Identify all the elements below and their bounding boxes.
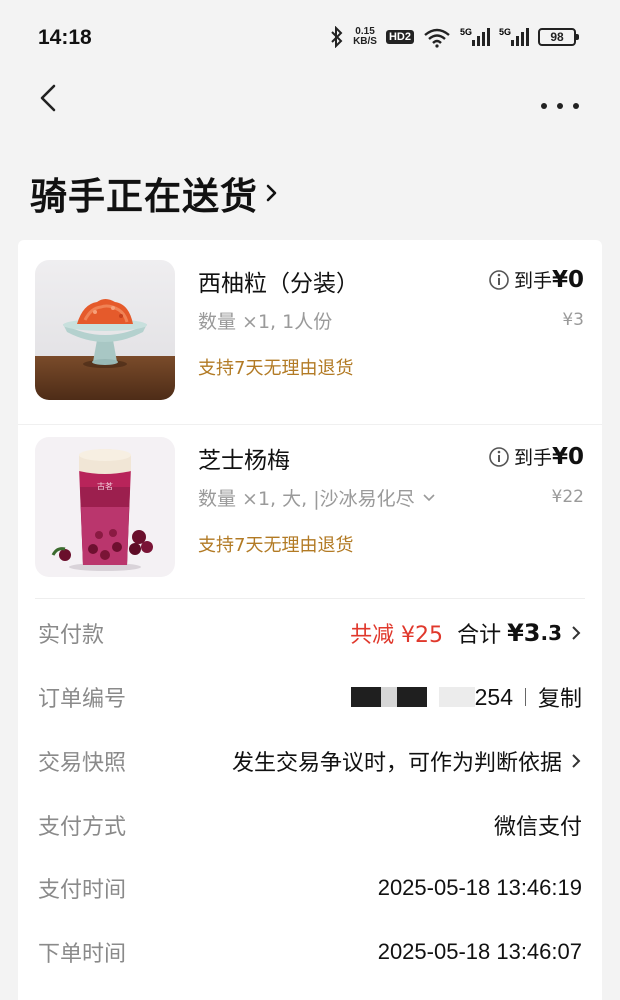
battery-level: 98 [550, 30, 564, 44]
status-bar: 14:18 0.15 KB/S HD 2 5G 5G 98 [0, 0, 620, 72]
copy-button[interactable]: 复制 [538, 681, 582, 713]
pay-time-value: 2025-05-18 13:46:19 [377, 875, 582, 900]
final-price: 到手 ¥0 [488, 266, 584, 293]
signal-1-label: 5G [460, 27, 472, 37]
chevron-down-icon [423, 493, 435, 501]
page-title-text: 骑手正在送货 [30, 175, 258, 218]
pay-method-row: 支付方式 微信支付 [38, 805, 582, 845]
masked-order-number-part [438, 687, 475, 707]
masked-order-number [350, 687, 381, 707]
signal-icon: 5G [460, 26, 490, 48]
page-title[interactable]: 骑手正在送货 [30, 166, 280, 220]
status-time: 14:18 [38, 26, 92, 49]
masked-order-number-part [396, 687, 427, 707]
product-name: 西柚粒（分装） [198, 271, 359, 297]
divider [35, 598, 585, 599]
chevron-right-icon [266, 184, 277, 202]
trade-snapshot-row[interactable]: 交易快照 发生交易争议时，可作为判断依据 [38, 741, 582, 781]
bluetooth-icon [330, 26, 344, 48]
order-number-row: 订单编号 254 复制 [38, 677, 582, 717]
more-button[interactable] [538, 88, 582, 118]
product-item[interactable]: 古茗 芝士杨梅 数量 ×1, 大, |沙冰易化尽 支持7天无理由退货 到手 ¥0… [18, 424, 602, 600]
final-price-label: 到手 [513, 270, 552, 292]
original-price: ¥22 [551, 487, 584, 507]
hd-label: HD [388, 31, 405, 43]
final-price-label: 到手 [513, 447, 552, 469]
return-policy: 支持7天无理由退货 [198, 535, 354, 556]
more-horizontal-icon [541, 103, 579, 109]
separator [524, 688, 526, 706]
chevron-left-icon [40, 84, 56, 112]
product-spec: 数量 ×1, 1人份 [198, 311, 333, 333]
pay-time-label: 支付时间 [38, 878, 127, 903]
total-label: 合计 [457, 623, 502, 648]
info-icon[interactable] [488, 446, 510, 468]
hd-badge: HD 2 [385, 30, 414, 44]
order-number-label: 订单编号 [38, 687, 127, 712]
order-time-value: 2025-05-18 13:46:07 [377, 939, 582, 964]
snapshot-value: 发生交易争议时，可作为判断依据 [231, 751, 562, 776]
signal-2-label: 5G [499, 27, 511, 37]
pay-time-row: 支付时间 2025-05-18 13:46:19 [38, 868, 582, 908]
product-item[interactable]: 西柚粒（分装） 数量 ×1, 1人份 支持7天无理由退货 到手 ¥0 ¥3 [18, 240, 602, 416]
product-image: 古茗 [35, 437, 175, 577]
order-time-row: 下单时间 2025-05-18 13:46:07 [38, 932, 582, 972]
info-icon[interactable] [488, 269, 510, 291]
product-name: 芝士杨梅 [198, 448, 290, 474]
paid-label: 实付款 [38, 623, 105, 648]
final-price-amount: ¥0 [551, 443, 584, 470]
hd-sub: 2 [404, 31, 411, 43]
chevron-right-icon [572, 754, 581, 768]
wifi-icon [423, 26, 451, 48]
status-icons: 0.15 KB/S HD 2 5G 5G 98 [330, 24, 579, 50]
battery-icon: 98 [538, 28, 579, 46]
final-price-amount: ¥0 [551, 266, 584, 293]
final-price: 到手 ¥0 [488, 443, 584, 470]
masked-order-number-part [380, 687, 397, 707]
paid-amount-row[interactable]: 实付款 共减 ¥25 合计 ¥3.3 [38, 613, 582, 653]
product-spec-text: 数量 ×1, 大, |沙冰易化尽 [198, 488, 415, 510]
total-amount-decimal: .3 [540, 621, 562, 645]
net-speed-unit: KB/S [353, 36, 377, 47]
back-button[interactable] [30, 78, 70, 118]
discount-text: 共减 ¥25 [350, 623, 444, 648]
order-time-label: 下单时间 [38, 942, 127, 967]
product-image [35, 260, 175, 400]
snapshot-label: 交易快照 [38, 751, 127, 776]
svg-text:古茗: 古茗 [97, 481, 113, 491]
order-number-suffix: 254 [474, 683, 513, 710]
pay-method-label: 支付方式 [38, 815, 127, 840]
pay-method-value: 微信支付 [493, 815, 582, 840]
product-spec[interactable]: 数量 ×1, 大, |沙冰易化尽 [198, 484, 437, 511]
total-amount: ¥3 [507, 619, 541, 647]
chevron-right-icon [572, 626, 581, 640]
signal-icon-2: 5G [499, 26, 529, 48]
net-speed: 0.15 KB/S [353, 27, 377, 47]
order-card: 西柚粒（分装） 数量 ×1, 1人份 支持7天无理由退货 到手 ¥0 ¥3 古茗 [18, 240, 602, 1000]
original-price: ¥3 [562, 310, 584, 330]
return-policy: 支持7天无理由退货 [198, 358, 354, 379]
